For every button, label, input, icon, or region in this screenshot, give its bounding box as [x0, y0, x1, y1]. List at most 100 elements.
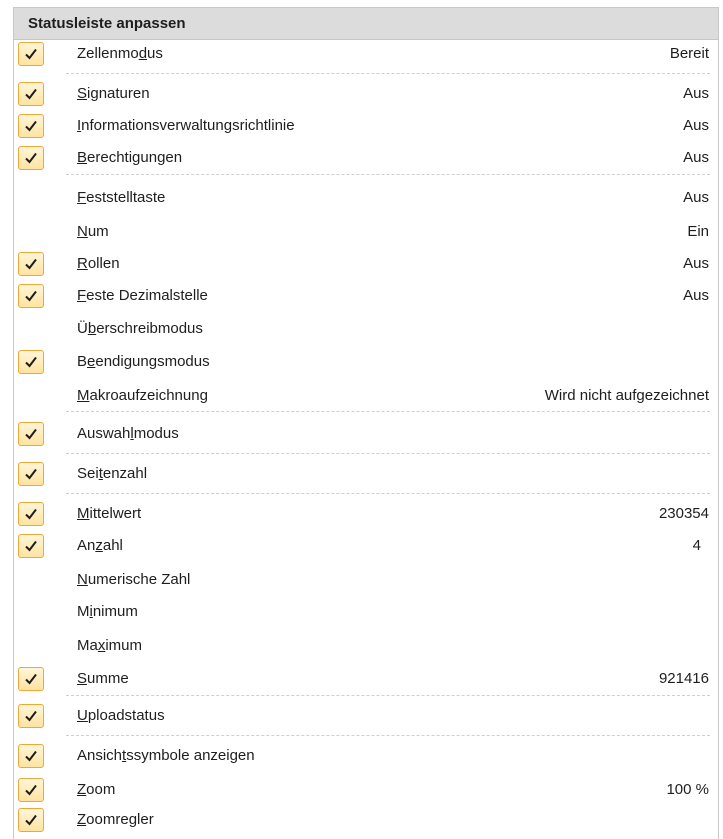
- menu-separator: [66, 411, 710, 412]
- menu-item-label: Überschreibmodus: [77, 319, 203, 337]
- menu-item-label: Ansichtssymbole anzeigen: [77, 746, 255, 764]
- menu-title: Statusleiste anpassen: [14, 8, 718, 40]
- menu-item-label: Signaturen: [77, 84, 150, 102]
- menu-item-summe[interactable]: Summe 921416: [14, 663, 718, 693]
- access-key: S: [77, 669, 88, 687]
- menu-separator: [66, 453, 710, 454]
- menu-item-mittelwert[interactable]: Mittelwert 230354: [14, 498, 718, 528]
- menu-separator: [66, 493, 710, 494]
- menu-item-feste-dezimalstelle[interactable]: Feste Dezimalstelle Aus: [14, 280, 718, 310]
- menu-item-label: Zoomregler: [77, 810, 154, 828]
- access-key: N: [77, 222, 88, 240]
- menu-item-minimum[interactable]: Minimum: [14, 596, 718, 626]
- menu-separator: [66, 735, 710, 736]
- checkmark-icon: [18, 42, 44, 66]
- menu-item-value: Aus: [683, 286, 709, 304]
- checkmark-icon: [18, 350, 44, 374]
- menu-item-value: 4: [692, 536, 701, 554]
- menu-item-ansichtssymbole-anzeigen[interactable]: Ansichtssymbole anzeigen: [14, 740, 718, 770]
- access-key: B: [77, 148, 88, 166]
- checkmark-icon: [18, 778, 44, 802]
- checkmark-icon: [18, 744, 44, 768]
- menu-item-label: Zoom: [77, 780, 116, 798]
- menu-item-label: Berechtigungen: [77, 148, 183, 166]
- menu-item-zoom[interactable]: Zoom 100 %: [14, 774, 718, 804]
- checkmark-icon: [18, 462, 44, 486]
- menu-item-label: Mittelwert: [77, 504, 142, 522]
- access-key: M: [77, 504, 90, 522]
- menu-item-label: Uploadstatus: [77, 706, 165, 724]
- access-key: Z: [77, 780, 87, 798]
- access-key: R: [77, 254, 88, 272]
- menu-item-value: Ein: [687, 222, 709, 240]
- menu-item-value: Wird nicht aufgezeichnet: [544, 386, 709, 404]
- menu-item-label: Feststelltaste: [77, 188, 166, 206]
- menu-item-label: Makroaufzeichnung: [77, 386, 208, 404]
- access-key: M: [77, 386, 90, 404]
- checkmark-icon: [18, 82, 44, 106]
- menu-item-berechtigungen[interactable]: Berechtigungen Aus: [14, 142, 718, 172]
- menu-item-makroaufzeichnung[interactable]: Makroaufzeichnung Wird nicht aufgezeichne…: [14, 380, 718, 410]
- menu-item-value: 100 %: [666, 780, 709, 798]
- checkmark-icon: [18, 502, 44, 526]
- customize-status-bar-menu: Statusleiste anpassen Zellenmodus Bereit S…: [13, 7, 719, 839]
- access-key: F: [77, 188, 87, 206]
- menu-item-value: Aus: [683, 116, 709, 134]
- menu-item-maximum[interactable]: Maximum: [14, 630, 718, 660]
- menu-item-signaturen[interactable]: Signaturen Aus: [14, 78, 718, 108]
- menu-item-value: Aus: [683, 254, 709, 272]
- access-key: S: [77, 84, 88, 102]
- menu-item-num[interactable]: Num Ein: [14, 216, 718, 246]
- menu-item-value: Bereit: [669, 44, 709, 62]
- access-key: d: [138, 44, 148, 62]
- menu-item-label: Num: [77, 222, 109, 240]
- menu-item-anzahl[interactable]: Anzahl 4: [14, 530, 718, 560]
- menu-item-informationsverwaltungsrichtlinie[interactable]: Informationsverwaltungsrichtlinie Aus: [14, 110, 718, 140]
- checkmark-icon: [18, 284, 44, 308]
- checkmark-icon: [18, 146, 44, 170]
- access-key: Z: [77, 810, 87, 828]
- menu-item-label: Informationsverwaltungsrichtlinie: [77, 116, 295, 134]
- menu-item-label: Anzahl: [77, 536, 123, 554]
- access-key: z: [95, 536, 103, 554]
- menu-item-label: Numerische Zahl: [77, 570, 191, 588]
- menu-item-zoomregler[interactable]: Zoomregler: [14, 804, 718, 834]
- checkmark-icon: [18, 252, 44, 276]
- checkmark-icon: [18, 808, 44, 832]
- menu-item-label: Zellenmodus: [77, 44, 163, 62]
- access-key: U: [77, 706, 88, 724]
- menu-item-value: Aus: [683, 188, 709, 206]
- menu-item-auswahlmodus[interactable]: Auswahlmodus: [14, 418, 718, 448]
- checkmark-icon: [18, 667, 44, 691]
- menu-item-label: Maximum: [77, 636, 143, 654]
- menu-item-label: Feste Dezimalstelle: [77, 286, 208, 304]
- menu-item-label: Minimum: [77, 602, 138, 620]
- menu-item-seitenzahl[interactable]: Seitenzahl: [14, 458, 718, 488]
- menu-item-label: Seitenzahl: [77, 464, 148, 482]
- checkmark-icon: [18, 422, 44, 446]
- menu-item-numerische-zahl[interactable]: Numerische Zahl: [14, 564, 718, 594]
- menu-item-label: Auswahlmodus: [77, 424, 179, 442]
- menu-item-value: 230354: [658, 504, 709, 522]
- menu-item-label: Summe: [77, 669, 129, 687]
- menu-item-value: Aus: [683, 148, 709, 166]
- checkmark-icon: [18, 534, 44, 558]
- access-key: N: [77, 570, 88, 588]
- access-key: F: [77, 286, 87, 304]
- menu-item-value: Aus: [683, 84, 709, 102]
- access-key: b: [87, 319, 97, 337]
- menu-separator: [66, 695, 710, 696]
- menu-item-ueberschreibmodus[interactable]: Überschreibmodus: [14, 313, 718, 343]
- menu-item-label: Beendigungsmodus: [77, 352, 210, 370]
- checkmark-icon: [18, 704, 44, 728]
- menu-item-uploadstatus[interactable]: Uploadstatus: [14, 700, 718, 730]
- menu-item-label: Rollen: [77, 254, 120, 272]
- menu-separator: [66, 174, 710, 175]
- menu-item-rollen[interactable]: Rollen Aus: [14, 248, 718, 278]
- menu-item-zellenmodus[interactable]: Zellenmodus Bereit: [14, 38, 718, 68]
- menu-item-feststelltaste[interactable]: Feststelltaste Aus: [14, 182, 718, 212]
- menu-item-beendigungsmodus[interactable]: Beendigungsmodus: [14, 346, 718, 376]
- menu-item-value: 921416: [658, 669, 709, 687]
- checkmark-icon: [18, 114, 44, 138]
- menu-separator: [66, 73, 710, 74]
